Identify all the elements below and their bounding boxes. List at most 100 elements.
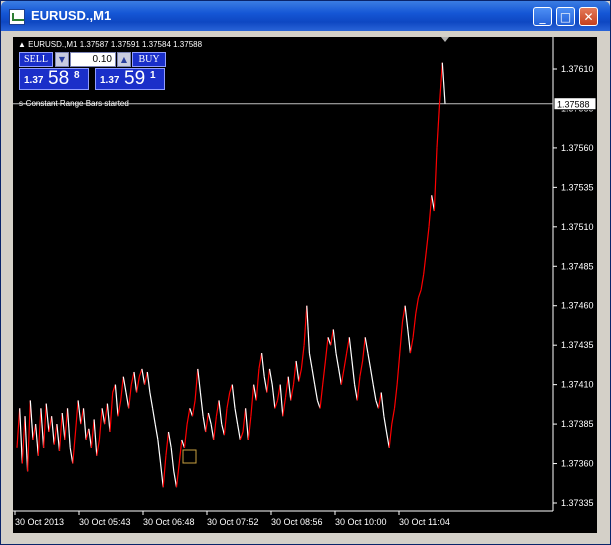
y-tick-label: 1.37485 [561,261,594,271]
price-segment [417,289,422,298]
price-segment [66,408,71,448]
price-segment [303,305,308,346]
price-segment [96,439,100,456]
current-price-label: 1.37588 [557,100,590,110]
bid-price-box[interactable]: 1.37 58 8 [19,68,89,90]
y-tick-label: 1.37435 [561,340,594,350]
price-segment [136,376,140,393]
price-segment [173,471,178,488]
x-tick-label: 30 Oct 08:56 [271,517,323,527]
price-segment [120,376,124,401]
price-segment [218,400,223,425]
price-segment [255,368,260,401]
bid-price-pips: 58 [48,68,70,89]
price-segment [261,353,265,377]
x-tick-label: 30 Oct 07:52 [207,517,259,527]
buy-button[interactable]: BUY [132,52,166,67]
price-segment [45,403,50,433]
title-bar[interactable]: EURUSD.,M1 _ □ ✕ [1,1,610,31]
chart-canvas[interactable]: 1.376101.375851.375601.375351.375101.374… [13,37,597,533]
price-segment [35,424,39,456]
price-segment [93,419,98,456]
price-segment [144,371,148,385]
price-segment [271,384,276,409]
price-segment [359,360,364,377]
price-segment [104,403,108,425]
price-segment [274,400,279,409]
price-segment [165,431,170,456]
price-segment [385,431,390,448]
window-title: EURUSD.,M1 [31,8,112,23]
price-segment [300,345,305,369]
price-segment [205,412,209,433]
price-segment [160,463,164,488]
ask-price-box[interactable]: 1.37 59 1 [95,68,165,90]
price-segment [90,419,95,448]
price-segment [348,337,353,362]
price-segment [306,305,310,354]
price-segment [351,360,356,385]
price-segment [247,416,252,440]
price-segment [282,397,287,417]
ask-price-pips: 59 [124,68,146,89]
minimize-button[interactable]: _ [533,7,552,26]
chart-symbol-info: ▲ EURUSD.,M1 1.37587 1.37591 1.37584 1.3… [18,40,203,49]
price-segment [324,337,329,362]
close-button[interactable]: ✕ [579,7,598,26]
price-segment [56,424,61,451]
price-segment [393,384,398,409]
price-segment [433,147,438,212]
maximize-button[interactable]: □ [556,7,575,26]
price-segment [74,400,79,433]
window-client-area: 1.376101.375851.375601.375351.375101.374… [5,31,606,540]
price-segment [27,400,31,472]
price-segment [367,352,372,370]
lot-size-input[interactable]: 0.10 [70,52,116,67]
price-segment [194,368,199,401]
price-chart[interactable]: 1.376101.375851.375601.375351.375101.374… [13,37,597,533]
price-segment [340,368,345,385]
price-segment [383,416,388,433]
lot-increase-button[interactable]: ▲ [117,52,131,67]
price-segment [335,352,340,370]
price-segment [199,392,204,417]
price-segment [215,400,220,417]
price-segment [152,408,156,425]
chart-object-marker [182,449,197,464]
price-segment [295,360,300,382]
price-segment [37,408,42,456]
price-segment [21,416,26,464]
price-segment [404,305,409,330]
price-segment [162,455,167,488]
price-segment [170,447,175,472]
lot-decrease-button[interactable]: ▼ [55,52,69,67]
price-segment [53,424,58,445]
price-segment [314,384,318,401]
price-segment [239,431,244,441]
price-segment [61,412,66,440]
price-segment [183,424,188,448]
price-segment [149,392,154,409]
sell-button[interactable]: SELL [19,52,53,67]
price-segment [250,384,255,417]
price-segment [16,408,21,448]
price-segment [210,424,215,440]
y-tick-label: 1.37410 [561,380,594,390]
y-tick-label: 1.37460 [561,301,594,311]
price-segment [231,384,236,409]
price-segment [88,428,92,448]
price-segment [266,368,271,393]
price-segment [356,376,361,401]
price-segment [322,360,326,385]
price-segment [391,408,396,425]
price-segment [311,368,316,385]
price-segment [401,305,406,322]
price-segment [106,403,111,433]
price-segment [308,352,313,370]
x-tick-label: 30 Oct 05:43 [79,517,131,527]
price-segment [436,100,441,148]
price-segment [98,408,103,440]
price-segment [146,371,151,393]
price-segment [29,400,34,440]
price-segment [298,368,302,382]
